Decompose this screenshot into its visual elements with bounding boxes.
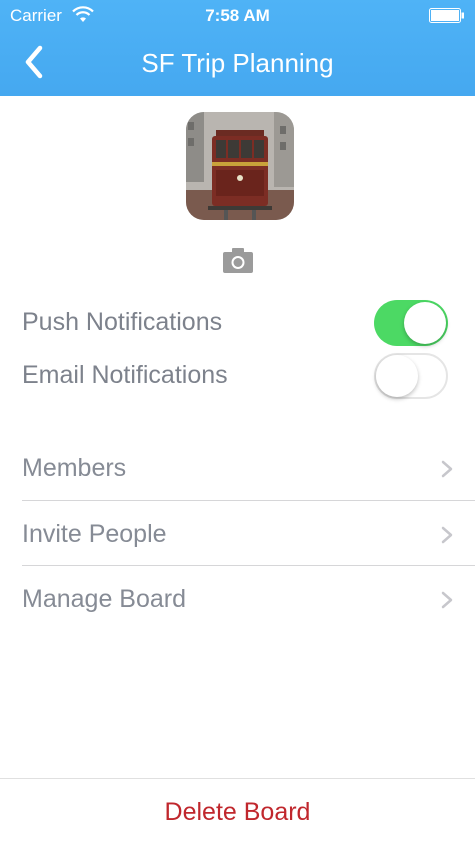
email-notifications-row: Email Notifications [22, 353, 452, 399]
divider [22, 500, 475, 501]
bottom-divider [0, 778, 475, 779]
menu-item-invite-people[interactable]: Invite People [22, 502, 475, 566]
nav-header: Carrier 7:58 AM SF Trip Planning [0, 0, 475, 96]
chevron-right-icon [441, 526, 453, 544]
board-photo[interactable] [186, 112, 294, 220]
chevron-right-icon [441, 591, 453, 609]
menu-item-members[interactable]: Members [22, 436, 475, 500]
email-notifications-label: Email Notifications [22, 361, 228, 389]
toggle-knob [404, 302, 446, 344]
status-bar: Carrier 7:58 AM [0, 0, 475, 32]
menu-item-label: Members [22, 454, 127, 482]
menu-item-manage-board[interactable]: Manage Board [22, 567, 475, 631]
cable-car-photo-icon [186, 112, 294, 220]
camera-icon[interactable] [222, 246, 254, 274]
divider [22, 565, 475, 566]
push-notifications-row: Push Notifications [22, 300, 452, 346]
email-notifications-toggle[interactable] [374, 353, 448, 399]
menu-item-label: Invite People [22, 520, 167, 548]
battery-icon [429, 8, 464, 23]
push-notifications-toggle[interactable] [374, 300, 448, 346]
page-title: SF Trip Planning [141, 48, 334, 78]
status-time: 7:58 AM [205, 6, 270, 25]
delete-board-button[interactable]: Delete Board [0, 798, 475, 827]
push-notifications-label: Push Notifications [22, 308, 223, 336]
toggle-knob [376, 355, 418, 397]
chevron-right-icon [441, 460, 453, 478]
menu-item-label: Manage Board [22, 585, 187, 613]
